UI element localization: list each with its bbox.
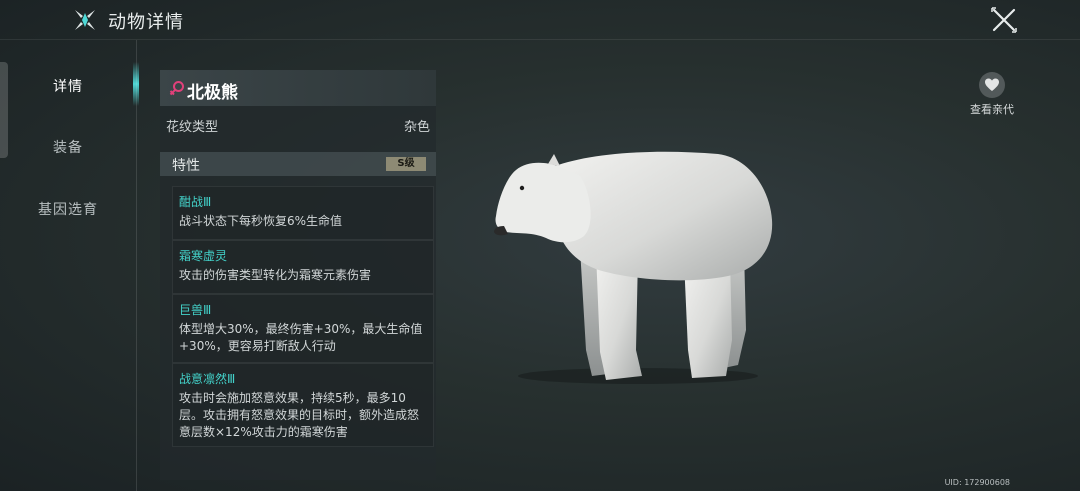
trait-name: 霜寒虚灵 — [179, 249, 228, 263]
trait-description-line: 战斗状态下每秒恢复6%生命值 — [179, 214, 343, 228]
trait-name: 战意凛然Ⅲ — [179, 372, 236, 386]
trait-name: 巨兽Ⅲ — [179, 303, 212, 317]
tab-gene-breeding-label: 基因选育 — [38, 202, 98, 218]
animal-name: 北极熊 — [187, 83, 238, 103]
view-parents-button[interactable]: 查看亲代 — [962, 72, 1022, 118]
trait-description-line: +30%，更容易打断敌人行动 — [179, 339, 336, 353]
animal-name-row: 北极熊 — [160, 70, 436, 106]
female-symbol-icon — [169, 81, 184, 96]
tab-details[interactable]: 详情 — [0, 62, 139, 106]
trait-description: 体型增大30%，最终伤害+30%，最大生命值 +30%，更容易打断敌人行动 — [179, 321, 427, 355]
trait-description: 战斗状态下每秒恢复6%生命值 — [179, 213, 427, 230]
trait-description: 攻击时会施加怒意效果，持续5秒，最多10 层。攻击拥有怒意效果的目标时，额外造成… — [179, 390, 427, 441]
side-nav: 详情 装备 基因选育 — [0, 40, 140, 491]
pattern-type-value: 杂色 — [403, 120, 430, 135]
relatives-icon-bg — [979, 72, 1005, 98]
trait-card[interactable]: 巨兽Ⅲ 体型增大30%，最终伤害+30%，最大生命值 +30%，更容易打断敌人行… — [172, 294, 434, 363]
trait-description-line: 攻击时会施加怒意效果，持续5秒，最多10 — [179, 391, 406, 405]
polar-bear-model[interactable] — [488, 140, 778, 390]
tab-details-label: 详情 — [53, 79, 83, 95]
trait-description-line: 攻击的伤害类型转化为霜寒元素伤害 — [179, 268, 372, 282]
trait-card[interactable]: 霜寒虚灵 攻击的伤害类型转化为霜寒元素伤害 — [172, 240, 434, 294]
traits-header: 特性 S级 — [160, 152, 436, 176]
uid-label: UID: 172900608 — [944, 478, 1010, 487]
nav-divider — [136, 40, 137, 491]
trait-description-line: 意层数×12%攻击力的霜寒伤害 — [179, 425, 348, 439]
trait-description-line: 体型增大30%，最终伤害+30%，最大生命值 — [179, 322, 423, 336]
view-parents-label: 查看亲代 — [970, 103, 1014, 116]
tab-equipment-label: 装备 — [53, 140, 83, 156]
tab-equipment[interactable]: 装备 — [0, 137, 136, 157]
page-title: 动物详情 — [108, 12, 184, 33]
animal-info-panel: 北极熊 花纹类型 杂色 特性 S级 酣战Ⅲ 战斗状态下每秒恢复6%生命值 霜寒虚… — [160, 70, 436, 480]
top-bar: 动物详情 — [0, 0, 1080, 40]
trait-description-line: 层。攻击拥有怒意效果的目标时，额外造成怒 — [179, 408, 420, 422]
trait-card[interactable]: 酣战Ⅲ 战斗状态下每秒恢复6%生命值 — [172, 186, 434, 240]
app-logo-icon — [75, 10, 95, 30]
heart-icon — [985, 78, 999, 91]
tab-gene-breeding[interactable]: 基因选育 — [0, 199, 136, 219]
trait-description: 攻击的伤害类型转化为霜寒元素伤害 — [179, 267, 427, 284]
pattern-type-label: 花纹类型 — [166, 120, 219, 135]
close-icon[interactable] — [988, 4, 1020, 36]
grade-badge: S级 — [386, 157, 426, 171]
traits-label: 特性 — [172, 158, 200, 174]
trait-card[interactable]: 战意凛然Ⅲ 攻击时会施加怒意效果，持续5秒，最多10 层。攻击拥有怒意效果的目标… — [172, 363, 434, 447]
trait-name: 酣战Ⅲ — [179, 195, 212, 209]
